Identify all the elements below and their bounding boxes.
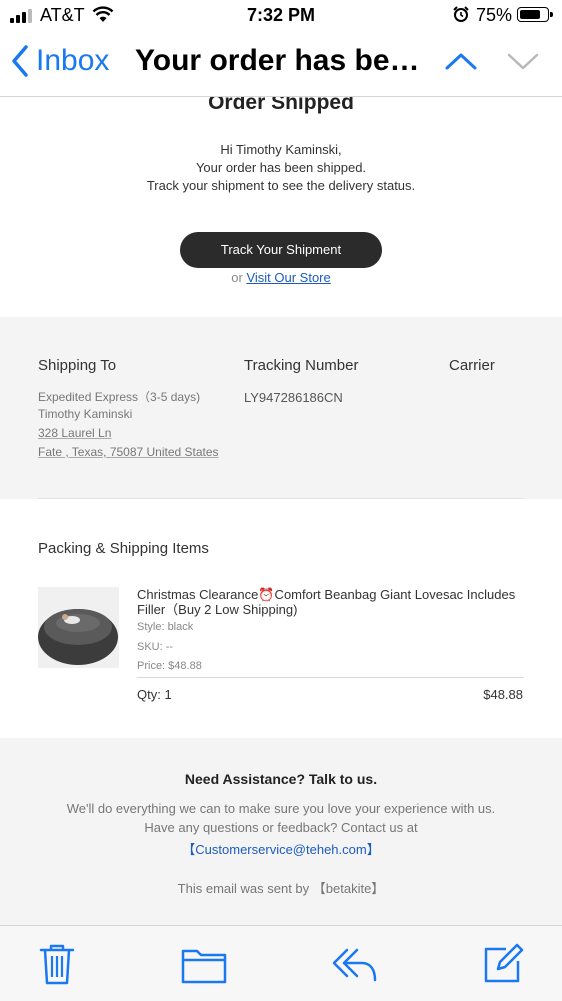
street-address[interactable]: 328 Laurel Ln bbox=[38, 426, 111, 440]
divider bbox=[137, 677, 524, 678]
status-bar: AT&T 7:32 PM 75% bbox=[0, 0, 562, 32]
product-name[interactable]: Christmas Clearance⏰Comfort Beanbag Gian… bbox=[137, 587, 517, 617]
product-price: Price: $48.88 bbox=[137, 660, 202, 672]
shipped-text: Your order has been shipped. bbox=[195, 160, 367, 175]
product-sku: SKU: -- bbox=[137, 641, 174, 653]
chevron-down-icon[interactable] bbox=[506, 50, 540, 72]
product-total: $48.88 bbox=[483, 687, 523, 702]
shipping-to-label: Shipping To bbox=[38, 357, 117, 374]
alarm-icon bbox=[453, 6, 469, 22]
chevron-up-icon[interactable] bbox=[444, 50, 478, 72]
contact-text: Have any questions or feedback? Contact … bbox=[144, 820, 418, 835]
city-address[interactable]: Fate , Texas, 75087 United States bbox=[38, 445, 219, 459]
product-style: Style: black bbox=[137, 621, 194, 633]
page-title: Order Shipped bbox=[208, 97, 354, 114]
battery-icon bbox=[517, 7, 553, 22]
assistance-heading: Need Assistance? Talk to us. bbox=[184, 771, 378, 787]
folder-icon[interactable] bbox=[180, 945, 228, 985]
contact-email-line: 【Customerservice@teheh.com】 bbox=[0, 839, 562, 858]
trash-icon[interactable] bbox=[38, 942, 76, 986]
sent-by-text: This email was sent by 【betakite】 bbox=[177, 881, 385, 896]
assistance-text: We'll do everything we can to make sure … bbox=[66, 801, 496, 816]
nav-bar: Inbox Your order has been shipped bbox=[0, 36, 562, 92]
bottom-toolbar bbox=[0, 925, 562, 1001]
compose-icon[interactable] bbox=[482, 943, 524, 985]
back-button[interactable]: Inbox bbox=[10, 44, 109, 78]
reply-icon[interactable] bbox=[330, 946, 378, 984]
email-subject: Your order has been shipped bbox=[135, 44, 435, 77]
contact-email-link[interactable]: 【Customerservice@teheh.com】 bbox=[182, 842, 379, 857]
divider bbox=[38, 498, 524, 499]
tracking-number-label: Tracking Number bbox=[244, 357, 359, 374]
product-image[interactable] bbox=[38, 587, 119, 668]
product-quantity: Qty: 1 bbox=[137, 687, 172, 702]
email-body[interactable]: Order Shipped Hi Timothy Kaminski, Your … bbox=[0, 97, 562, 925]
store-line: or Visit Our Store bbox=[0, 270, 562, 285]
track-instructions: Track your shipment to see the delivery … bbox=[146, 178, 416, 193]
shipping-method: Expedited Express（3-5 days) bbox=[38, 390, 201, 404]
visit-store-link[interactable]: Visit Our Store bbox=[246, 270, 330, 285]
battery-percent: 75% bbox=[476, 5, 513, 25]
items-heading: Packing & Shipping Items bbox=[38, 540, 209, 557]
carrier-label: Carrier bbox=[449, 357, 495, 374]
assistance-section: Need Assistance? Talk to us. We'll do ev… bbox=[0, 738, 562, 925]
greeting: Hi Timothy Kaminski, bbox=[220, 142, 342, 157]
or-text: or bbox=[231, 270, 243, 285]
track-shipment-button[interactable]: Track Your Shipment bbox=[180, 232, 382, 268]
shipping-section: Shipping To Tracking Number Carrier Expe… bbox=[0, 317, 562, 499]
chevron-left-icon bbox=[12, 45, 28, 77]
tracking-number: LY947286186CN bbox=[244, 390, 343, 405]
back-label: Inbox bbox=[36, 44, 110, 77]
recipient-name: Timothy Kaminski bbox=[38, 407, 133, 421]
